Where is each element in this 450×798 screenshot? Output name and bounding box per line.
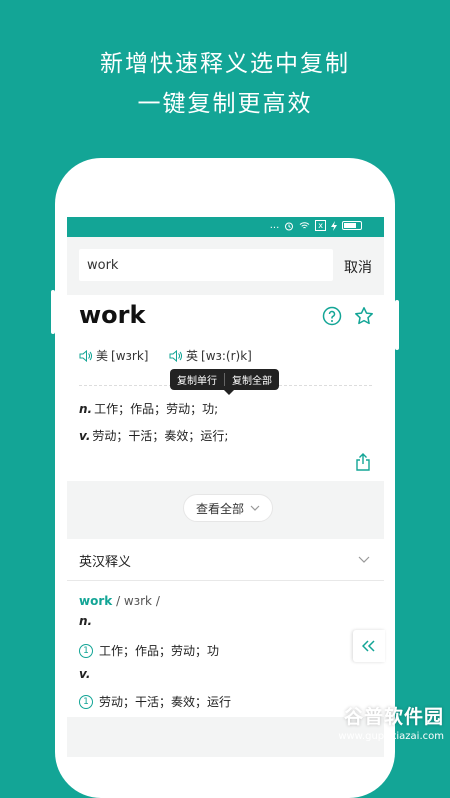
phonetic-us-lang: 美 xyxy=(96,349,109,363)
help-icon[interactable] xyxy=(322,306,342,326)
entry-word: work xyxy=(79,301,146,329)
definition-text: 劳动；干活；奏效；运行; xyxy=(92,429,229,443)
watermark-brand: 谷普软件园 xyxy=(343,706,444,728)
sense-number: 1 xyxy=(79,694,93,709)
headline-line-1: 新增快速释义选中复制 xyxy=(100,51,350,77)
phonetic-uk-lang: 英 xyxy=(186,349,199,363)
section-header-en-cn[interactable]: 英汉释义 xyxy=(67,539,384,581)
watermark: 谷普软件园 www.gupuxiazai.com xyxy=(338,702,444,742)
app-screen: ... x 取消 work 美 [wɜrk] 英 [wɜ:(r)k] 复制单行 … xyxy=(67,217,384,757)
watermark-url: www.gupuxiazai.com xyxy=(338,731,444,742)
star-favorite-icon[interactable] xyxy=(354,306,374,326)
headline-line-2: 一键复制更高效 xyxy=(137,91,313,117)
sense-pos-noun: n. xyxy=(79,614,93,628)
phonetic-uk-ipa: [wɜ:(r)k] xyxy=(201,348,252,363)
section-word: work xyxy=(79,594,113,608)
sense-number: 1 xyxy=(79,643,93,658)
status-bar: ... x xyxy=(67,217,384,237)
copy-all-button[interactable]: 复制全部 xyxy=(225,372,279,387)
share-icon[interactable] xyxy=(355,453,371,471)
view-all-button[interactable]: 查看全部 xyxy=(183,494,274,522)
definition-noun[interactable]: n. 工作；作品；劳动；功; xyxy=(79,400,218,417)
copy-line-button[interactable]: 复制单行 xyxy=(170,372,224,387)
phonetic-us[interactable]: 美 [wɜrk] xyxy=(79,347,148,364)
speaker-icon xyxy=(169,349,182,362)
definition-verb[interactable]: v. 劳动；干活；奏效；运行; xyxy=(79,427,228,444)
section-phonetic: / wɜrk / xyxy=(116,594,160,608)
battery-icon xyxy=(342,221,362,230)
cancel-button[interactable]: 取消 xyxy=(344,257,372,277)
chevron-down-icon xyxy=(358,556,370,563)
search-input[interactable] xyxy=(79,249,333,281)
section-headword: work / wɜrk / xyxy=(79,594,160,608)
copy-popup-menu: 复制单行 复制全部 xyxy=(170,369,279,395)
view-all-label: 查看全部 xyxy=(196,501,245,516)
double-chevron-left-icon xyxy=(362,640,375,652)
status-dots: ... xyxy=(269,220,280,231)
sense-text: 工作；作品；劳动；功 xyxy=(99,644,220,658)
definition-pos: n. xyxy=(79,402,93,416)
sense-text: 劳动；干活；奏效；运行 xyxy=(99,695,232,709)
speaker-icon xyxy=(79,349,92,362)
phone-side-button-right xyxy=(395,300,399,350)
sense-verb[interactable]: 1 劳动；干活；奏效；运行 xyxy=(79,693,231,710)
bottom-band xyxy=(67,717,384,757)
definition-pos: v. xyxy=(79,429,91,443)
status-icons: ... x xyxy=(270,220,362,231)
sense-pos-verb: v. xyxy=(79,667,91,681)
alarm-icon xyxy=(285,222,294,230)
wifi-icon xyxy=(299,222,310,229)
charging-icon xyxy=(331,220,337,231)
chevron-down-icon xyxy=(250,505,260,511)
definition-text: 工作；作品；劳动；功; xyxy=(94,402,219,416)
sim-x-icon: x xyxy=(315,220,326,231)
search-bar: 取消 xyxy=(67,237,384,295)
phonetic-us-ipa: [wɜrk] xyxy=(111,348,149,363)
collapse-panel-button[interactable] xyxy=(353,630,385,662)
section-title: 英汉释义 xyxy=(79,555,132,570)
phonetic-uk[interactable]: 英 [wɜ:(r)k] xyxy=(169,347,252,364)
sense-noun[interactable]: 1 工作；作品；劳动；功 xyxy=(79,642,219,659)
